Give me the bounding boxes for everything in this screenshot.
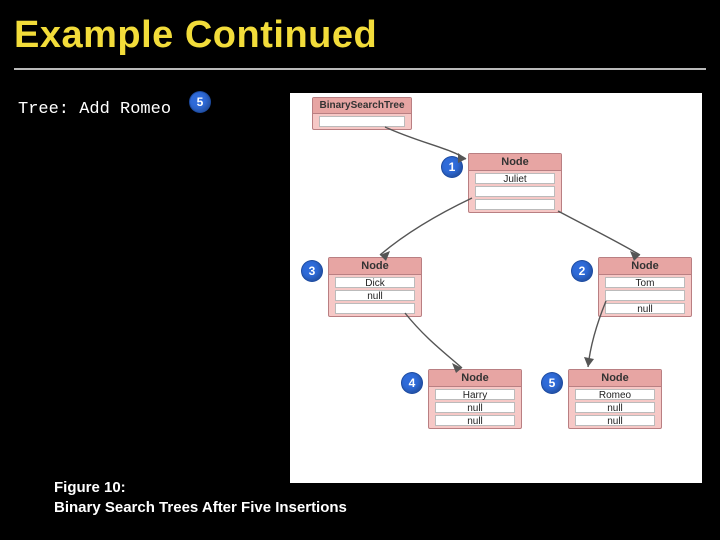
node-romeo-left: null xyxy=(575,402,655,413)
node-juliet-right xyxy=(475,199,555,210)
callout-2-icon: 2 xyxy=(572,261,592,281)
callout-5b-icon: 5 xyxy=(542,373,562,393)
callout-4-icon: 4 xyxy=(402,373,422,393)
node-juliet: Node Juliet xyxy=(468,153,562,213)
figure-caption-line1: Figure 10: xyxy=(54,478,347,498)
node-romeo-header: Node xyxy=(569,370,661,387)
node-root-header: BinarySearchTree xyxy=(313,98,411,114)
figure-caption-line2: Binary Search Trees After Five Insertion… xyxy=(54,498,347,518)
node-tom-right: null xyxy=(605,303,685,314)
slide: Example Continued Tree: Add Romeo 5 Bina… xyxy=(0,0,720,540)
callout-5-icon: 5 xyxy=(190,92,210,112)
node-dick-left: null xyxy=(335,290,415,301)
node-dick-header: Node xyxy=(329,258,421,275)
node-juliet-value: Juliet xyxy=(475,173,555,184)
node-tom-value: Tom xyxy=(605,277,685,288)
node-harry-right: null xyxy=(435,415,515,426)
node-harry: Node Harry null null xyxy=(428,369,522,429)
node-dick-right xyxy=(335,303,415,314)
figure-caption: Figure 10: Binary Search Trees After Fiv… xyxy=(54,478,347,519)
node-dick-value: Dick xyxy=(335,277,415,288)
node-root: BinarySearchTree xyxy=(312,97,412,130)
node-tom-header: Node xyxy=(599,258,691,275)
tree-add-label: Tree: Add Romeo xyxy=(18,100,171,119)
node-tom: Node Tom null xyxy=(598,257,692,317)
node-harry-header: Node xyxy=(429,370,521,387)
callout-3-icon: 3 xyxy=(302,261,322,281)
node-root-rootfield xyxy=(319,116,405,127)
node-romeo-value: Romeo xyxy=(575,389,655,400)
callout-1-icon: 1 xyxy=(442,157,462,177)
bst-diagram: BinarySearchTree 1 Node Juliet 3 Node Di… xyxy=(290,93,702,483)
title-underline xyxy=(14,68,706,70)
node-harry-left: null xyxy=(435,402,515,413)
node-harry-value: Harry xyxy=(435,389,515,400)
node-tom-left xyxy=(605,290,685,301)
node-juliet-header: Node xyxy=(469,154,561,171)
node-juliet-left xyxy=(475,186,555,197)
node-romeo-right: null xyxy=(575,415,655,426)
node-dick: Node Dick null xyxy=(328,257,422,317)
node-romeo: Node Romeo null null xyxy=(568,369,662,429)
slide-title: Example Continued xyxy=(14,14,377,57)
